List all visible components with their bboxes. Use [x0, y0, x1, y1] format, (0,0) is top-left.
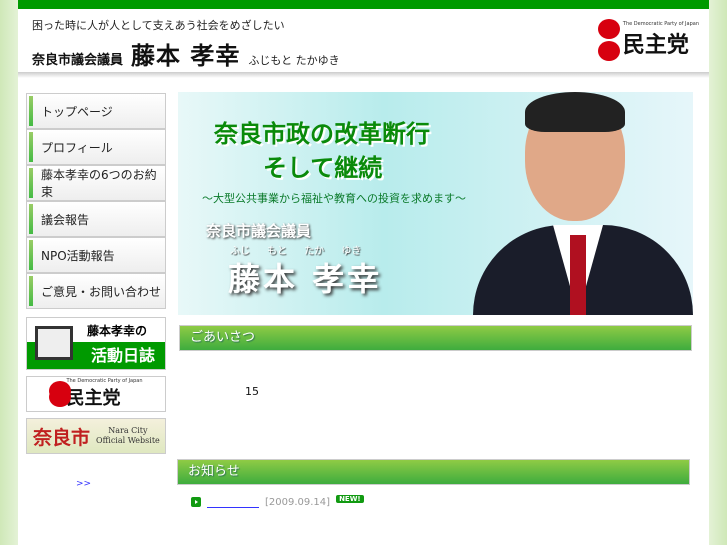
nara-en1: Nara City — [108, 426, 148, 435]
diary-top-text: 藤本孝幸の — [86, 324, 147, 338]
dpj-logo[interactable]: The Democratic Party of Japan 民主党 — [597, 19, 699, 61]
news-item: [2009.09.14] NEW! — [191, 495, 364, 508]
slogan: 困った時に人が人として支えあう社会をめざしたい — [32, 19, 285, 32]
greeting-header: ごあいさつ — [179, 325, 692, 351]
hero-line1: 奈良市政の改革断行 — [214, 120, 430, 148]
hero-name: 藤本 孝幸 — [228, 260, 383, 298]
header: 困った時に人が人として支えあう社会をめざしたい 奈良市議会議員 藤本 孝幸 ふじ… — [18, 9, 709, 72]
page: 困った時に人が人として支えあう社会をめざしたい 奈良市議会議員 藤本 孝幸 ふじ… — [18, 0, 709, 545]
nav-top[interactable]: トップページ — [26, 93, 166, 129]
top-bar — [18, 0, 709, 9]
diary-book-icon — [35, 326, 73, 360]
news-link[interactable] — [207, 496, 259, 508]
nav-contact[interactable]: ご意見・お問い合わせ — [26, 273, 166, 309]
hero-line2: そして継続 — [263, 154, 383, 182]
candidate-photo — [453, 92, 693, 315]
dpj-mark-icon — [49, 381, 72, 407]
nav-profile[interactable]: プロフィール — [26, 129, 166, 165]
news-date: [2009.09.14] — [265, 496, 331, 508]
nara-city-banner[interactable]: 奈良市 Nara City Official Website — [26, 418, 166, 454]
site-title[interactable]: 奈良市議会議員 藤本 孝幸 ふじもと たかゆき — [32, 36, 340, 71]
role: 奈良市議会議員 — [32, 53, 124, 68]
hero-role: 奈良市議会議員 — [206, 222, 312, 240]
nara-jp: 奈良市 — [33, 426, 91, 449]
dpj-mark-icon — [597, 19, 620, 61]
party-jp: 民主党 — [622, 33, 689, 58]
dpj-banner[interactable]: The Democratic Party of Japan 民主党 — [26, 376, 166, 412]
sidebar-nav: トップページ プロフィール 藤本孝幸の6つのお約束 議会報告 NPO活動報告 ご… — [26, 93, 166, 309]
activity-diary-banner[interactable]: 藤本孝幸の 活動日誌 — [26, 317, 166, 370]
hero-banner: 奈良市政の改革断行 そして継続 〜大型公共事業から福祉や教育への投資を求めます〜… — [178, 92, 693, 315]
nara-en2: Official Website — [96, 436, 160, 445]
nav-npo-report[interactable]: NPO活動報告 — [26, 237, 166, 273]
header-shadow — [18, 72, 709, 78]
nav-council-report[interactable]: 議会報告 — [26, 201, 166, 237]
hero-sub: 〜大型公共事業から福祉や教育への投資を求めます〜 — [202, 192, 466, 205]
more-link[interactable]: >> — [76, 479, 91, 489]
new-badge: NEW! — [336, 495, 364, 503]
arrow-bullet-icon — [191, 497, 201, 507]
dpj-banner-jp: 民主党 — [66, 388, 121, 409]
name-kana: ふじもと たかゆき — [248, 54, 340, 67]
name: 藤本 孝幸 — [131, 42, 241, 70]
news-header: お知らせ — [177, 459, 690, 485]
greeting-text: 15 — [245, 385, 259, 398]
nav-promises[interactable]: 藤本孝幸の6つのお約束 — [26, 165, 166, 201]
